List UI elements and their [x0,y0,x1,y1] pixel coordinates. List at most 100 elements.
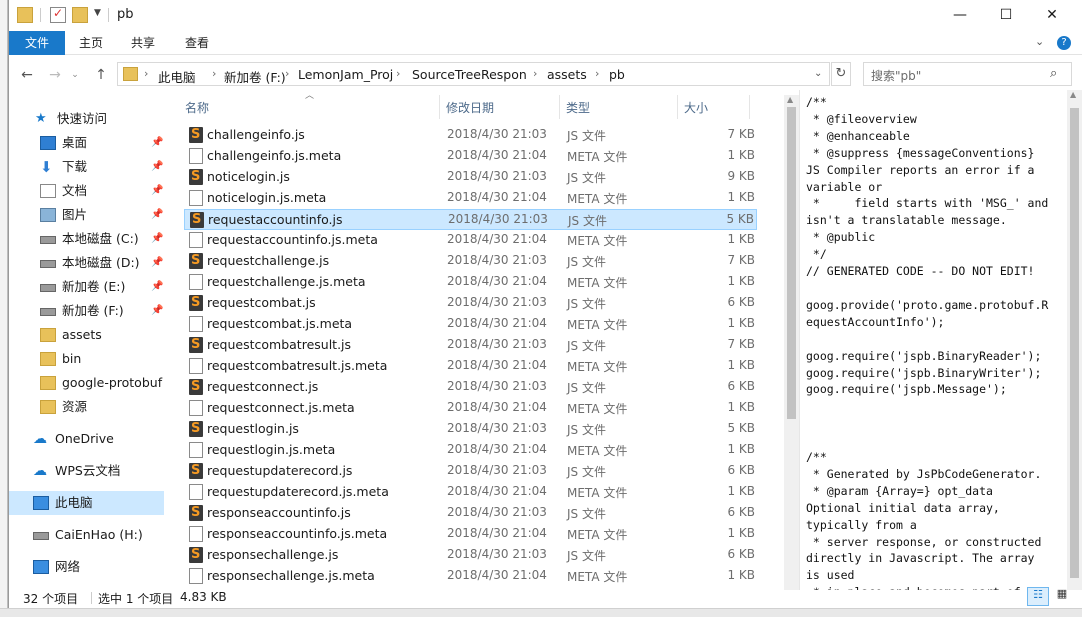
back-arrow-icon[interactable]: ← [17,66,37,84]
address-dropdown-icon[interactable]: ⌄ [814,68,822,79]
file-date: 2018/4/30 21:04 [447,190,547,204]
column-divider[interactable] [439,95,440,119]
sidebar-item[interactable]: 此电脑 [9,491,164,515]
file-row[interactable]: requestcombatresult.js 2018/4/30 21:03 JS … [184,335,757,356]
file-row[interactable]: challengeinfo.js 2018/4/30 21:03 JS 文件 7 KB [184,125,757,146]
breadcrumb-separator[interactable]: › [212,67,216,80]
breadcrumb-pb[interactable]: pb [609,67,625,82]
chevron-down-icon[interactable]: ▼ [94,8,101,18]
file-list-scrollbar[interactable]: ▲ [784,95,799,590]
breadcrumb-separator[interactable]: › [533,67,537,80]
file-row[interactable]: requestaccountinfo.js 2018/4/30 21:03 JS 文… [184,209,757,230]
pin-icon[interactable]: 📌 [151,275,163,299]
file-row[interactable]: noticelogin.js.meta 2018/4/30 21:04 META 文… [184,188,757,209]
file-row[interactable]: requestupdaterecord.js 2018/4/30 21:03 JS … [184,461,757,482]
file-row[interactable]: requestconnect.js 2018/4/30 21:03 JS 文件 6 K… [184,377,757,398]
recent-chevron-icon[interactable]: ⌄ [65,66,85,84]
sidebar-item[interactable]: 桌面 📌 [9,131,164,155]
scroll-up-icon[interactable]: ▲ [787,95,793,104]
help-icon[interactable]: ? [1057,36,1071,50]
breadcrumb-separator[interactable]: › [396,67,400,80]
refresh-button[interactable]: ↻ [831,62,851,86]
column-header-name[interactable]: 名称 [185,99,209,123]
sidebar-item-onedrive[interactable]: ☁ OneDrive [9,427,164,451]
new-folder-icon[interactable] [72,7,88,23]
file-row[interactable]: requestconnect.js.meta 2018/4/30 21:04 MET… [184,398,757,419]
column-header-type[interactable]: 类型 [566,99,590,123]
breadcrumb-separator[interactable]: › [595,67,599,80]
file-row[interactable]: requestcombat.js 2018/4/30 21:03 JS 文件 6 KB [184,293,757,314]
file-row[interactable]: responsechallenge.js.meta 2018/4/30 21:04… [184,566,757,587]
file-row[interactable]: requestcombat.js.meta 2018/4/30 21:04 META… [184,314,757,335]
file-row[interactable]: responseaccountinfo.js.meta 2018/4/30 21:… [184,524,757,545]
file-row[interactable]: responsechallenge.js 2018/4/30 21:03 JS 文件… [184,545,757,566]
sidebar-item-caienhao-h[interactable]: CaiEnHao (H:) [9,523,164,547]
details-view-button[interactable]: ☷ [1027,587,1049,606]
breadcrumb-separator[interactable]: › [285,67,289,80]
file-row[interactable]: requestaccountinfo.js.meta 2018/4/30 21:0… [184,230,757,251]
sidebar-item-wps[interactable]: ☁ WPS云文档 [9,459,164,483]
minimize-button[interactable]: — [937,0,983,31]
column-header-size[interactable]: 大小 [684,99,708,123]
column-divider[interactable] [559,95,560,119]
breadcrumb-sourcetree[interactable]: SourceTreeRespon [412,67,527,82]
window-title: pb [117,7,134,22]
file-row[interactable]: requestupdaterecord.js.meta 2018/4/30 21:… [184,482,757,503]
sidebar-item[interactable]: ⬇ 下载 📌 [9,155,164,179]
breadcrumb-separator[interactable]: › [144,67,148,80]
sidebar-item[interactable]: 网络 [9,555,164,579]
expand-ribbon-icon[interactable]: ⌄ [1035,35,1044,48]
breadcrumb-lemonjam[interactable]: LemonJam_Proj [298,67,393,82]
sidebar-item-d[interactable]: 本地磁盘 (D:) 📌 [9,251,164,275]
column-divider[interactable] [749,95,750,119]
file-row[interactable]: requestlogin.js.meta 2018/4/30 21:04 META … [184,440,757,461]
sidebar-item-e[interactable]: 新加卷 (E:) 📌 [9,275,164,299]
tab-home[interactable]: 主页 [69,31,113,55]
sidebar-item-assets[interactable]: assets [9,323,164,347]
tab-file[interactable]: 文件 [9,31,65,55]
pin-icon[interactable]: 📌 [151,251,163,275]
sidebar-item[interactable]: 资源 [9,395,164,419]
file-row[interactable]: responseaccountinfo.js 2018/4/30 21:03 JS … [184,503,757,524]
pin-icon[interactable]: 📌 [151,299,163,323]
file-type: JS 文件 [567,381,606,395]
breadcrumb-this-pc[interactable]: 此电脑 [158,67,196,86]
sidebar-item[interactable]: ★ 快速访问 [9,107,164,131]
sidebar-item-google-protobuf[interactable]: google-protobuf [9,371,164,395]
pin-icon[interactable]: 📌 [151,155,163,179]
tab-view[interactable]: 查看 [175,31,219,55]
sidebar-item[interactable]: 图片 📌 [9,203,164,227]
file-size: 7 KB [727,337,755,351]
forward-arrow-icon[interactable]: → [45,66,65,84]
tab-share[interactable]: 共享 [121,31,165,55]
sidebar-item-c[interactable]: 本地磁盘 (C:) 📌 [9,227,164,251]
sidebar-item[interactable]: 文档 📌 [9,179,164,203]
breadcrumb-assets[interactable]: assets [547,67,587,82]
search-input[interactable]: 搜索"pb" ⌕ [863,62,1072,86]
file-row[interactable]: challengeinfo.js.meta 2018/4/30 21:04 META… [184,146,757,167]
maximize-button[interactable]: ☐ [983,0,1029,31]
scroll-up-icon[interactable]: ▲ [1070,90,1076,99]
pin-icon[interactable]: 📌 [151,203,163,227]
scroll-thumb[interactable] [787,107,796,419]
pin-icon[interactable]: 📌 [151,131,163,155]
preview-scrollbar[interactable]: ▲ [1067,90,1082,590]
breadcrumb-drive-f[interactable]: 新加卷 (F:) [224,67,286,86]
close-button[interactable]: ✕ [1029,0,1075,31]
scroll-thumb[interactable] [1070,108,1079,578]
file-row[interactable]: requestchallenge.js.meta 2018/4/30 21:04 M… [184,272,757,293]
sidebar-item-bin[interactable]: bin [9,347,164,371]
pin-icon[interactable]: 📌 [151,179,163,203]
properties-icon[interactable]: ✓ [50,6,66,23]
pin-icon[interactable]: 📌 [151,227,163,251]
file-row[interactable]: requestcombatresult.js.meta 2018/4/30 21:… [184,356,757,377]
file-row[interactable]: requestlogin.js 2018/4/30 21:03 JS 文件 5 KB [184,419,757,440]
up-arrow-icon[interactable]: ↑ [91,66,111,84]
column-divider[interactable] [677,95,678,119]
file-row[interactable]: requestchallenge.js 2018/4/30 21:03 JS 文件 7… [184,251,757,272]
address-bar[interactable]: › 此电脑 › 新加卷 (F:) › LemonJam_Proj › Sourc… [117,62,830,86]
sidebar-item-f[interactable]: 新加卷 (F:) 📌 [9,299,164,323]
thumbnail-view-button[interactable]: ▦ [1051,587,1073,606]
file-row[interactable]: noticelogin.js 2018/4/30 21:03 JS 文件 9 KB [184,167,757,188]
column-header-date[interactable]: 修改日期 [446,99,494,123]
